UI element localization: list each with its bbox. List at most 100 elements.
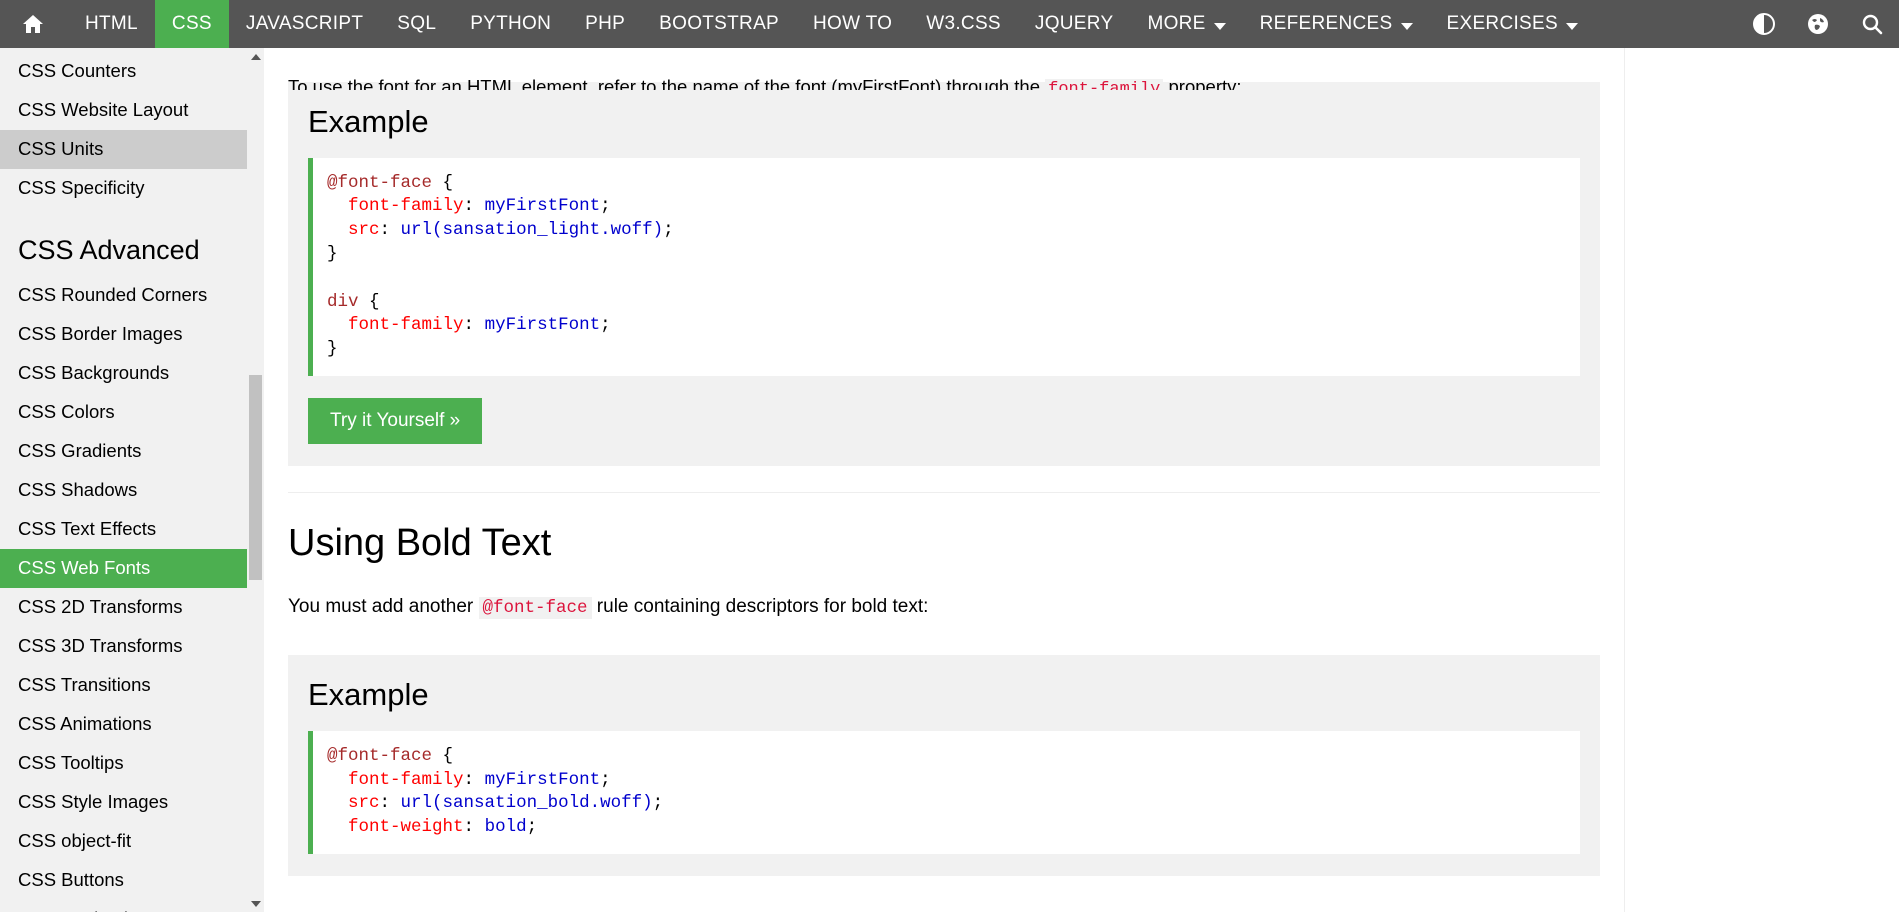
intro-inline-code: font-family [1045,79,1164,90]
scroll-down-arrow-icon[interactable] [247,895,264,912]
code-token: bold [484,817,527,838]
code-block-fontface-bold: @font-face { font-family: myFirstFont; s… [308,730,1580,854]
code-line: font-family: myFirstFont; [327,195,1564,219]
code-token: font-family [348,315,464,336]
code-token: font-family [348,769,464,790]
code-line: font-family: myFirstFont; [327,769,1564,793]
nav-item-php[interactable]: PHP [568,0,642,48]
nav-item-bootstrap[interactable]: BOOTSTRAP [642,0,796,48]
sidebar-item-label: CSS Web Fonts [18,557,151,579]
sidebar-item-css-gradients[interactable]: CSS Gradients [0,432,247,471]
code-token: myFirstFont [484,315,601,336]
nav-item-exercises[interactable]: EXERCISES [1430,0,1595,48]
sidebar-item-label: CSS Transitions [18,673,151,695]
example-title: Example [308,104,429,139]
code-token: @font-face [327,745,433,766]
sidebar-item-label: CSS Backgrounds [18,362,170,384]
sidebar-item-css-shadows[interactable]: CSS Shadows [0,471,247,510]
article-body: To use the font for an HTML element, ref… [264,76,1624,876]
try-it-yourself-button[interactable]: Try it Yourself » [308,398,483,445]
sidebar-item-css-pagination[interactable]: CSS Pagination [0,900,247,912]
sidebar-item-css-tooltips[interactable]: CSS Tooltips [0,744,247,783]
sidebar-item-css-colors[interactable]: CSS Colors [0,393,247,432]
sidebar-item-css-animations[interactable]: CSS Animations [0,705,247,744]
sidebar-item-css-backgrounds[interactable]: CSS Backgrounds [0,354,247,393]
sidebar-item-css-text-effects[interactable]: CSS Text Effects [0,510,247,549]
left-sidebar: CSS Counters CSS Website Layout CSS Units C… [0,48,247,912]
sidebar-item-label: CSS 3D Transforms [18,634,183,656]
nav-item-css[interactable]: CSS [154,0,229,48]
nav-item-label: BOOTSTRAP [659,13,780,34]
page-heading-using-bold-text: Using Bold Text [288,522,552,565]
nav-item-w3-css[interactable]: W3.CSS [909,0,1018,48]
sidebar-item-css-3d-transforms[interactable]: CSS 3D Transforms [0,627,247,666]
sidebar-item-css-specificity[interactable]: CSS Specificity [0,169,247,208]
sidebar-item-css-2d-transforms[interactable]: CSS 2D Transforms [0,588,247,627]
nav-item-python[interactable]: PYTHON [453,0,568,48]
intro-text-after: property: [1163,76,1242,90]
code-token: : [463,769,485,790]
code-token: src [348,220,380,241]
search-icon[interactable] [1845,0,1899,48]
home-icon [20,12,46,36]
nav-item-how-to[interactable]: HOW TO [796,0,909,48]
sidebar-item-label: CSS 2D Transforms [18,596,183,618]
sidebar-item-label: CSS Units [18,137,104,159]
nav-home-link[interactable] [0,0,68,48]
scroll-up-arrow-icon[interactable] [247,48,264,65]
paragraph-text-before: You must add another [288,595,479,617]
code-token: url(sansation_light.woff) [400,220,664,241]
example-block-1: Example @font-face { font-family: myFirs… [288,82,1600,467]
code-line: src: url(sansation_bold.woff); [327,792,1564,816]
example-title-2: Example [308,677,429,713]
sidebar-item-label: CSS object-fit [18,829,132,851]
sidebar-item-css-rounded-corners[interactable]: CSS Rounded Corners [0,276,247,315]
nav-item-html[interactable]: HTML [68,0,155,48]
sidebar-item-css-buttons[interactable]: CSS Buttons [0,861,247,900]
nav-item-label: PHP [585,13,626,34]
code-token: url(sansation_bold.woff) [400,793,653,814]
sidebar-scrollbar[interactable] [247,48,264,912]
navbar-right-icons [1737,0,1899,48]
code-token: myFirstFont [484,769,601,790]
nav-item-more[interactable]: MORE [1130,0,1242,48]
sidebar-item-label: CSS Style Images [18,790,169,812]
sidebar-item-css-border-images[interactable]: CSS Border Images [0,315,247,354]
sidebar-item-label: CSS Buttons [18,868,124,890]
code-line: div { [327,291,1564,315]
nav-item-sql[interactable]: SQL [380,0,453,48]
nav-item-javascript[interactable]: JAVASCRIPT [229,0,380,48]
sidebar-item-css-website-layout[interactable]: CSS Website Layout [0,91,247,130]
bold-text-paragraph: You must add another @font-face rule con… [288,593,1600,622]
sidebar-item-css-object-fit[interactable]: CSS object-fit [0,822,247,861]
sidebar-item-label: CSS Animations [18,712,152,734]
dark-mode-icon[interactable] [1737,0,1791,48]
sidebar-list: CSS Counters CSS Website Layout CSS Units C… [0,48,247,912]
sidebar-item-css-counters[interactable]: CSS Counters [0,52,247,91]
code-line: } [327,338,1564,362]
sidebar-item-css-transitions[interactable]: CSS Transitions [0,666,247,705]
sidebar-item-css-units[interactable]: CSS Units [0,129,247,169]
nav-item-label: CSS [171,13,212,34]
sidebar-item-label: CSS Text Effects [18,518,157,540]
nav-item-label: HTML [85,13,138,34]
nav-item-references[interactable]: REFERENCES [1243,0,1430,48]
sidebar-item-label: CSS Pagination [18,908,149,912]
code-block-fontface-light: @font-face { font-family: myFirstFont; s… [308,157,1580,377]
code-token: ; [663,220,674,241]
code-token: ; [652,793,664,814]
nav-item-label: W3.CSS [926,13,1001,34]
globe-icon[interactable] [1791,0,1845,48]
nav-item-jquery[interactable]: JQUERY [1018,0,1131,48]
code-token: @font-face [327,172,433,193]
code-token: { [358,291,380,312]
sidebar-item-css-style-images[interactable]: CSS Style Images [0,783,247,822]
scrollbar-thumb[interactable] [249,375,262,580]
code-token: { [432,172,454,193]
sidebar-item-css-web-fonts[interactable]: CSS Web Fonts [0,549,247,589]
code-token: myFirstFont [484,196,601,217]
